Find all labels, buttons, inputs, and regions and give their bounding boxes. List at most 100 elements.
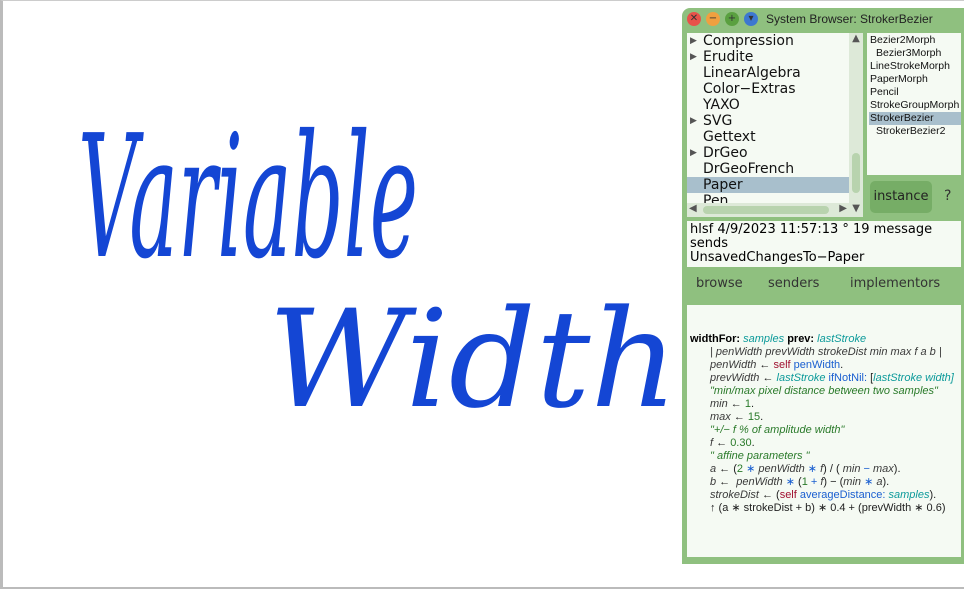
scroll-thumb[interactable]: [852, 153, 860, 193]
senders-button[interactable]: senders: [768, 276, 819, 291]
title-bar[interactable]: ✕ − + ▾ System Browser: StrokerBezier: [682, 8, 964, 30]
code-line: min ← 1.: [690, 398, 958, 411]
code-token-tmp: min: [842, 463, 861, 475]
package-label: YAXO: [703, 97, 740, 113]
code-token-msg: −: [860, 463, 873, 475]
class-item[interactable]: StrokerBezier2: [869, 125, 961, 138]
scroll-right-icon[interactable]: ▶: [839, 203, 847, 214]
code-line: widthFor: samples prev: lastStroke: [690, 333, 958, 346]
package-item[interactable]: Paper: [687, 177, 849, 193]
package-label: Compression: [703, 33, 794, 49]
comment-pane[interactable]: hlsf 4/9/2023 11:57:13 ° 19 message send…: [687, 221, 961, 267]
code-token-msg: ∗: [782, 476, 799, 488]
package-item[interactable]: Gettext: [687, 129, 849, 145]
code-token-tmp: penWidth: [710, 359, 757, 371]
code-token-msg: ∗: [804, 463, 821, 475]
code-token-op: .: [751, 437, 755, 449]
code-token-op: .: [840, 359, 844, 371]
class-item[interactable]: LineStrokeMorph: [869, 60, 961, 73]
scroll-down-icon[interactable]: ▼: [852, 203, 860, 214]
class-list[interactable]: Bezier2Morph Bezier3Morph LineStrokeMorph P…: [867, 33, 961, 175]
class-item[interactable]: Bezier3Morph: [869, 47, 961, 60]
code-token-num: 15: [747, 411, 761, 423]
class-item[interactable]: StrokeGroupMorph: [869, 99, 961, 112]
class-item[interactable]: StrokerBezier: [869, 112, 961, 125]
code-token-msg: averageDistance:: [796, 489, 889, 501]
class-item[interactable]: Pencil: [869, 86, 961, 99]
code-token-kw: widthFor:: [690, 333, 744, 345]
code-token-tmp: max: [873, 463, 894, 475]
package-item[interactable]: LinearAlgebra: [687, 65, 849, 81]
code-token-msg: ∗: [743, 463, 759, 475]
code-token-msg: penWidth: [790, 359, 841, 371]
code-line: " affine parameters ": [690, 450, 958, 463]
package-item[interactable]: ▶ Compression: [687, 33, 849, 49]
code-line: b ← penWidth ∗ (1 + f) − (min ∗ a).: [690, 476, 958, 489]
scroll-up-icon[interactable]: ▲: [849, 33, 863, 44]
code-token-tmp: penWidth: [758, 463, 805, 475]
package-item[interactable]: ▶ Erudite: [687, 49, 849, 65]
expand-triangle-icon[interactable]: ▶: [690, 49, 697, 65]
package-list-hscrollbar[interactable]: ◀ ▶ ▼: [687, 203, 863, 217]
code-token-op: ←: [756, 359, 774, 371]
scroll-left-icon[interactable]: ◀: [689, 203, 697, 214]
code-token-op: ←: [727, 398, 745, 410]
code-line: f ← 0.30.: [690, 437, 958, 450]
package-label: DrGeo: [703, 145, 748, 161]
code-line: ↑ (a ∗ strokeDist + b) ∗ 0.4 + (prevWidt…: [690, 502, 958, 515]
class-item[interactable]: PaperMorph: [869, 73, 961, 86]
code-token-self: self: [779, 489, 797, 501]
package-item[interactable]: ▶ SVG: [687, 113, 849, 129]
code-token-tmp: prevWidth: [710, 372, 760, 384]
comment-line-2: UnsavedChangesTo−Paper: [690, 250, 865, 265]
package-item[interactable]: Color−Extras: [687, 81, 849, 97]
code-token-self: self: [773, 359, 791, 371]
expand-triangle-icon[interactable]: ▶: [690, 113, 697, 129]
code-line: max ← 15.: [690, 411, 958, 424]
package-label: Erudite: [703, 49, 754, 65]
code-token-tmp: strokeDist: [710, 489, 759, 501]
class-item[interactable]: Bezier2Morph: [869, 34, 961, 47]
code-token-msg: ∗: [861, 476, 877, 488]
package-list-vscrollbar[interactable]: ▲: [849, 33, 863, 203]
minimize-button[interactable]: −: [706, 12, 720, 26]
code-token-op: .: [750, 398, 755, 410]
code-token-arg: lastStroke: [817, 333, 867, 345]
code-line: "min/max pixel distance between two samp…: [690, 385, 958, 398]
package-item[interactable]: YAXO: [687, 97, 849, 113]
system-browser-window: ✕ − + ▾ System Browser: StrokerBezier ▶ Comp…: [682, 8, 964, 564]
help-button[interactable]: ?: [944, 188, 951, 204]
browse-button[interactable]: browse: [696, 276, 743, 291]
code-token-cmt: " affine parameters ": [710, 450, 810, 462]
package-label: DrGeoFrench: [703, 161, 795, 177]
handwritten-word-width: Width: [268, 281, 678, 438]
code-token-op: ↑ (a ∗ strokeDist + b) ∗ 0.4 + (prevWidt…: [710, 502, 946, 514]
code-token-op: ) − (: [823, 476, 844, 488]
code-token-tmp: min: [710, 398, 728, 410]
implementors-button[interactable]: implementors: [850, 276, 940, 291]
code-token-op: ←: [730, 411, 748, 423]
instance-toggle-button[interactable]: instance: [870, 181, 932, 213]
code-editor[interactable]: widthFor: samples prev: lastStroke | penW…: [687, 305, 961, 557]
code-token-arg: samples: [743, 333, 788, 345]
package-list[interactable]: ▶ Compression ▶ Erudite LinearAlgebra Color−E…: [687, 33, 863, 217]
code-line: a ← (2 ∗ penWidth ∗ f) / ( min − max).: [690, 463, 958, 476]
close-button[interactable]: ✕: [687, 12, 701, 26]
code-token-msg: +: [807, 476, 821, 488]
maximize-button[interactable]: +: [725, 12, 739, 26]
code-token-op: ).: [882, 476, 890, 488]
expand-triangle-icon[interactable]: ▶: [690, 145, 697, 161]
code-token-op: ←: [716, 476, 737, 488]
package-item[interactable]: ▶ DrGeo: [687, 145, 849, 161]
package-item[interactable]: DrGeoFrench: [687, 161, 849, 177]
code-token-op: ← (: [758, 489, 780, 501]
code-token-op: ).: [929, 489, 937, 501]
package-label: Gettext: [703, 129, 756, 145]
code-line: "+/− f % of amplitude width": [690, 424, 958, 437]
expand-triangle-icon[interactable]: ▶: [690, 33, 697, 49]
hscroll-thumb[interactable]: [703, 206, 829, 214]
code-token-tmp: min: [843, 476, 862, 488]
menu-button[interactable]: ▾: [744, 12, 758, 26]
package-label: Paper: [703, 177, 743, 193]
code-token-op: ← (: [716, 463, 737, 475]
